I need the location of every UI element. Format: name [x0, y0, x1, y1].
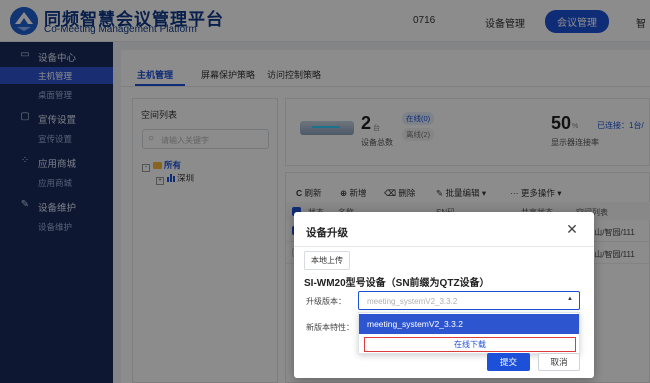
- upgrade-version-select[interactable]: meeting_systemV2_3.3.2 ▲: [358, 291, 580, 310]
- device-upgrade-dialog: 设备升级 ✕ 本地上传 SI-WM20型号设备（SN前缀为QTZ设备） 升级版本…: [294, 212, 594, 378]
- local-upload-button[interactable]: 本地上传: [304, 251, 350, 270]
- dialog-divider: [294, 246, 594, 247]
- submit-button[interactable]: 提交: [487, 353, 530, 371]
- device-model-title: SI-WM20型号设备（SN前缀为QTZ设备）: [304, 278, 490, 289]
- version-dropdown: meeting_systemV2_3.3.2 在线下载: [358, 312, 580, 354]
- dialog-title: 设备升级: [306, 227, 348, 239]
- dropdown-option-version[interactable]: meeting_systemV2_3.3.2: [359, 314, 579, 334]
- new-version-features-label: 新版本特性：: [306, 323, 354, 332]
- cancel-button[interactable]: 取消: [538, 353, 580, 371]
- caret-up-icon: ▲: [567, 296, 573, 302]
- close-icon[interactable]: ✕: [564, 221, 580, 237]
- upgrade-version-label: 升级版本：: [306, 297, 346, 306]
- online-download-button[interactable]: 在线下载: [364, 337, 576, 352]
